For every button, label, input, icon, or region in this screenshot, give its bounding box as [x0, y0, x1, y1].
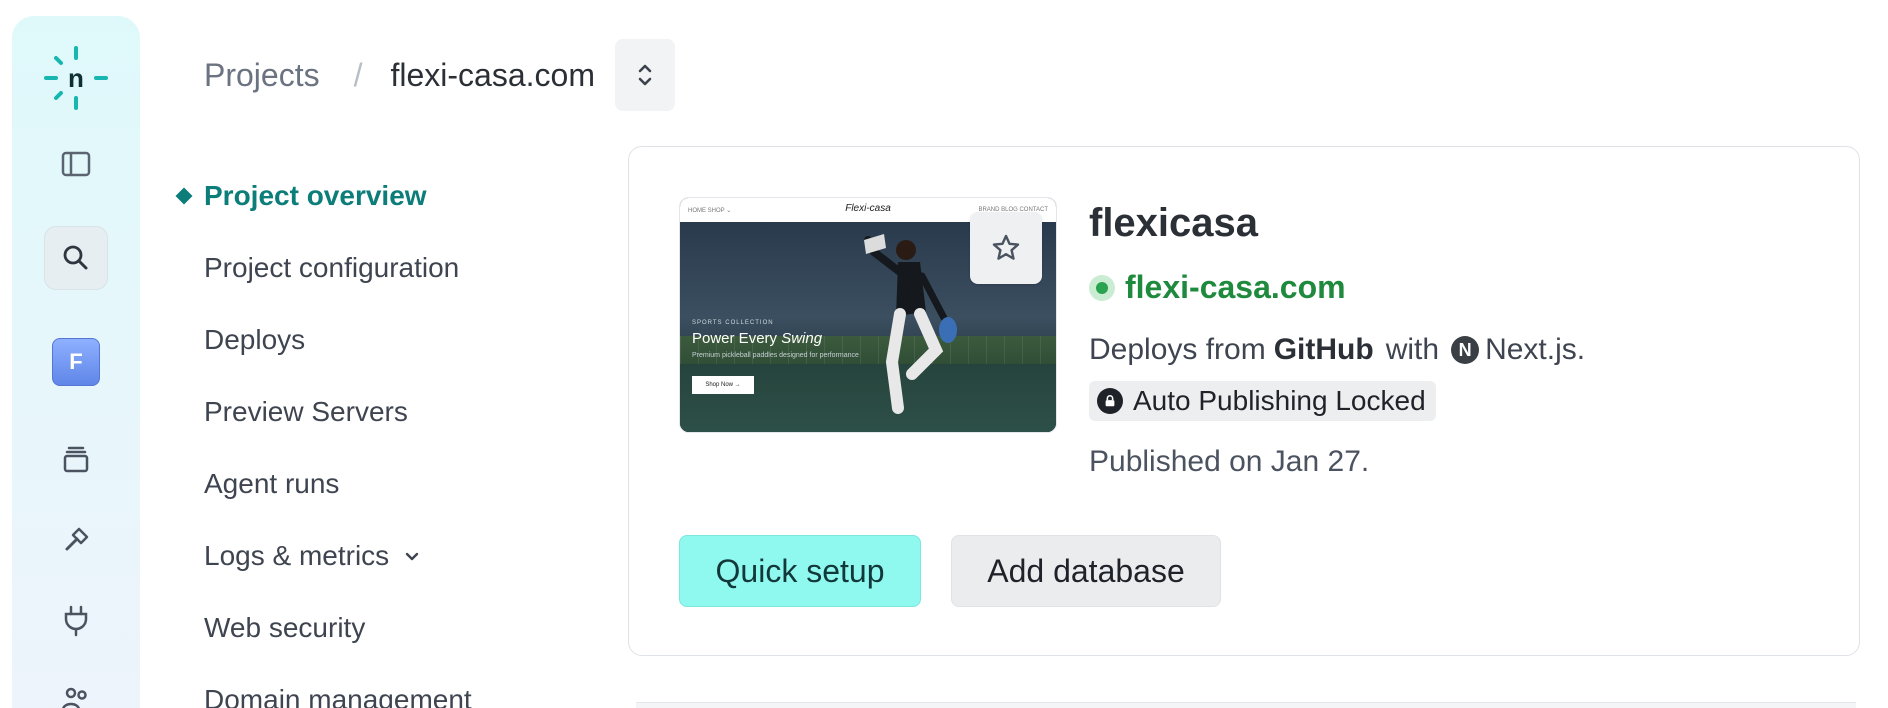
published-date: Published on Jan 27. [1089, 445, 1370, 478]
breadcrumb: Projects / flexi-casa.com [204, 39, 675, 111]
nav-item-preview-servers[interactable]: Preview Servers [174, 376, 614, 448]
nav-item-project-configuration[interactable]: Project configuration [174, 232, 614, 304]
nav-item-label: Domain management [204, 684, 472, 708]
lock-icon [1097, 388, 1123, 414]
deploy-prefix: Deploys from [1089, 333, 1266, 366]
deploy-with: with [1385, 333, 1440, 366]
project-switcher-button[interactable] [614, 39, 675, 111]
thumbnail-eyebrow: SPORTS COLLECTION [692, 320, 774, 326]
svg-text:n: n [68, 63, 84, 93]
status-live-icon [1089, 274, 1115, 301]
favorite-button[interactable] [970, 212, 1042, 284]
thumbnail-cta: Shop Now → [692, 376, 754, 394]
auto-publishing-badge[interactable]: Auto Publishing Locked [1089, 381, 1436, 421]
quick-setup-button[interactable]: Quick setup [679, 535, 921, 607]
nav-item-label: Web security [204, 612, 366, 643]
breadcrumb-projects-link[interactable]: Projects [204, 57, 320, 94]
lock-label: Auto Publishing Locked [1133, 385, 1426, 416]
site-preview-thumbnail[interactable]: HOME SHOP ⌄ Flexi-casa BRAND BLOG CONTAC… [679, 197, 1057, 433]
thumbnail-subtitle: Premium pickleball paddles designed for … [692, 352, 859, 359]
nav-item-label: Preview Servers [204, 396, 408, 427]
thumbnail-nav-left: HOME SHOP ⌄ [688, 207, 732, 214]
nav-item-label: Logs & metrics [204, 540, 390, 571]
star-icon [992, 234, 1020, 260]
site-url-link[interactable]: flexi-casa.com [1125, 269, 1346, 306]
next-card-edge [636, 702, 1856, 708]
active-indicator-icon [175, 187, 193, 205]
team-avatar[interactable]: F [52, 338, 100, 386]
framework-name: Next.js. [1485, 333, 1586, 366]
netlify-logo-icon[interactable]: n [42, 44, 110, 112]
nav-item-web-security[interactable]: Web security [174, 592, 614, 664]
nav-item-project-overview[interactable]: Project overview [174, 160, 614, 232]
icon-rail: n F [12, 16, 140, 708]
pickleball-player-illustration [864, 234, 957, 414]
search-icon[interactable] [44, 226, 108, 290]
chevron-up-down-icon [638, 64, 652, 86]
chevron-down-icon [403, 547, 421, 565]
project-name: flexicasa [1089, 201, 1259, 245]
nextjs-icon: N [1451, 336, 1480, 364]
layers-icon[interactable] [44, 428, 108, 492]
hammer-icon[interactable] [44, 508, 108, 572]
site-url-row: flexi-casa.com [1089, 269, 1346, 306]
thumbnail-title-emphasis: Swing [781, 330, 823, 347]
sidebar-toggle-icon[interactable] [44, 132, 108, 196]
nav-item-logs-metrics[interactable]: Logs & metrics [174, 520, 614, 592]
breadcrumb-separator: / [353, 56, 363, 93]
nav-item-label: Agent runs [204, 468, 340, 499]
breadcrumb-current-project: flexi-casa.com [390, 56, 595, 93]
nav-item-domain-management[interactable]: Domain management [174, 664, 614, 708]
plug-icon[interactable] [44, 588, 108, 652]
nav-item-agent-runs[interactable]: Agent runs [174, 448, 614, 520]
nav-item-label: Project configuration [204, 252, 460, 283]
project-nav: Project overview Project configuration D… [174, 160, 614, 708]
team-icon[interactable] [44, 668, 108, 708]
nav-item-label: Deploys [204, 324, 306, 355]
thumbnail-brand: Flexi-casa [845, 203, 891, 214]
thumbnail-title-plain: Power Every [692, 330, 782, 347]
nav-item-deploys[interactable]: Deploys [174, 304, 614, 376]
project-overview-card: HOME SHOP ⌄ Flexi-casa BRAND BLOG CONTAC… [628, 146, 1860, 656]
add-database-button[interactable]: Add database [951, 535, 1221, 607]
deploy-source-link[interactable]: GitHub [1274, 333, 1374, 367]
thumbnail-title: Power Every Swing [692, 330, 822, 347]
nav-item-label: Project overview [204, 180, 427, 211]
deploy-info: Deploys from GitHub with N Next.js. [1089, 333, 1585, 367]
